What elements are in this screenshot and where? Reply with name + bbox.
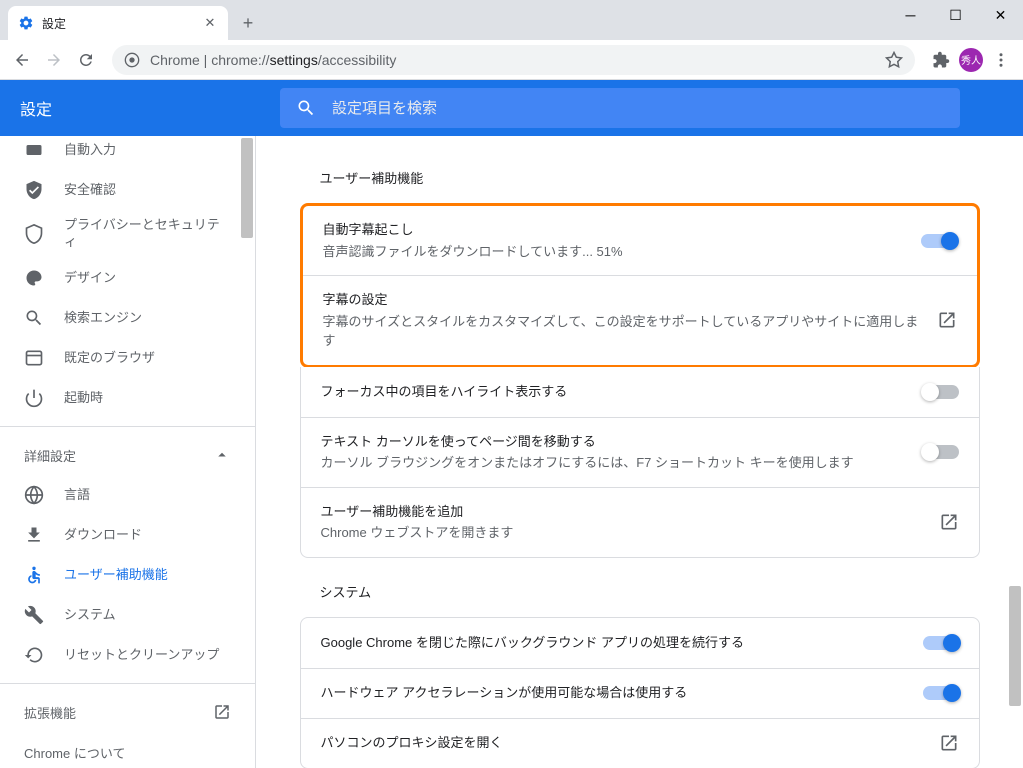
sidebar-scrollbar[interactable] [239, 136, 255, 768]
settings-search[interactable] [280, 88, 960, 128]
toolbar: Chrome | chrome://settings/accessibility… [0, 40, 1023, 80]
close-window-button[interactable]: ✕ [978, 0, 1023, 30]
extensions-icon[interactable] [927, 46, 955, 74]
menu-button[interactable] [987, 46, 1015, 74]
external-link-icon [939, 512, 959, 532]
new-tab-button[interactable]: + [234, 9, 262, 37]
sidebar-advanced-toggle[interactable]: 詳細設定 [0, 435, 255, 475]
external-link-icon [939, 733, 959, 753]
row-background-apps[interactable]: Google Chrome を閉じた際にバックグラウンド アプリの処理を続行する [301, 618, 979, 668]
row-hardware-accel[interactable]: ハードウェア アクセラレーションが使用可能な場合は使用する [301, 668, 979, 718]
sidebar-item-languages[interactable]: 言語 [0, 475, 255, 515]
system-card: Google Chrome を閉じた際にバックグラウンド アプリの処理を続行する… [300, 617, 980, 768]
shield-icon [24, 224, 44, 244]
autofill-icon [24, 140, 44, 160]
toggle-focus-highlight[interactable] [923, 385, 959, 399]
accessibility-card-rest: フォーカス中の項目をハイライト表示する テキスト カーソルを使ってページ間を移動… [300, 367, 980, 558]
section-title-system: システム [300, 570, 980, 617]
profile-avatar[interactable]: 秀人 [959, 48, 983, 72]
bookmark-star-icon[interactable] [885, 51, 903, 69]
settings-header: 設定 [0, 80, 1023, 136]
titlebar: 設定 ✕ + ─ ☐ ✕ [0, 0, 1023, 40]
external-link-icon [213, 703, 231, 721]
toggle-hardware-accel[interactable] [923, 686, 959, 700]
sidebar-item-autofill[interactable]: 自動入力 [0, 136, 255, 170]
page-title: 設定 [20, 96, 280, 120]
wrench-icon [24, 605, 44, 625]
sidebar-item-reset[interactable]: リセットとクリーンアップ [0, 635, 255, 675]
toggle-caret-browsing[interactable] [923, 445, 959, 459]
browser-tab[interactable]: 設定 ✕ [8, 6, 228, 40]
sidebar-item-safety-check[interactable]: 安全確認 [0, 170, 255, 210]
row-add-accessibility[interactable]: ユーザー補助機能を追加 Chrome ウェブストアを開きます [301, 487, 979, 557]
row-live-caption[interactable]: 自動字幕起こし 音声認識ファイルをダウンロードしています... 51% [303, 206, 977, 275]
settings-icon [18, 15, 34, 31]
row-proxy-settings[interactable]: パソコンのプロキシ設定を開く [301, 718, 979, 768]
sidebar-item-on-startup[interactable]: 起動時 [0, 378, 255, 418]
sidebar-item-default-browser[interactable]: 既定のブラウザ [0, 338, 255, 378]
shield-check-icon [24, 180, 44, 200]
forward-button[interactable] [40, 46, 68, 74]
minimize-button[interactable]: ─ [888, 0, 933, 30]
maximize-button[interactable]: ☐ [933, 0, 978, 30]
row-focus-highlight[interactable]: フォーカス中の項目をハイライト表示する [301, 367, 979, 417]
window-controls: ─ ☐ ✕ [888, 0, 1023, 30]
settings-body: 自動入力 安全確認 プライバシーとセキュリティ デザイン 検索エンジン 既定のブ… [0, 136, 1023, 768]
palette-icon [24, 268, 44, 288]
accessibility-card-highlighted: 自動字幕起こし 音声認識ファイルをダウンロードしています... 51% 字幕の設… [300, 203, 980, 368]
download-icon [24, 525, 44, 545]
globe-icon [24, 485, 44, 505]
search-icon [296, 98, 316, 118]
section-title-accessibility: ユーザー補助機能 [300, 156, 980, 203]
row-caret-browsing[interactable]: テキスト カーソルを使ってページ間を移動する カーソル ブラウジングをオンまたは… [301, 417, 979, 487]
browser-icon [24, 348, 44, 368]
restore-icon [24, 645, 44, 665]
url-text: Chrome | chrome://settings/accessibility [150, 52, 396, 68]
search-input[interactable] [332, 100, 944, 117]
sidebar-item-about[interactable]: Chrome について [0, 732, 255, 768]
close-tab-icon[interactable]: ✕ [202, 15, 218, 31]
content-area: ユーザー補助機能 自動字幕起こし 音声認識ファイルをダウンロードしています...… [256, 136, 1023, 768]
reload-button[interactable] [72, 46, 100, 74]
toggle-background-apps[interactable] [923, 636, 959, 650]
search-icon [24, 308, 44, 328]
sidebar-item-system[interactable]: システム [0, 595, 255, 635]
row-caption-settings[interactable]: 字幕の設定 字幕のサイズとスタイルをカスタマイズして、この設定をサポートしている… [303, 275, 977, 365]
sidebar-item-extensions[interactable]: 拡張機能 [0, 692, 255, 732]
tab-title: 設定 [42, 15, 194, 32]
sidebar-item-accessibility[interactable]: ユーザー補助機能 [0, 555, 255, 595]
chrome-icon [124, 52, 140, 68]
power-icon [24, 388, 44, 408]
sidebar: 自動入力 安全確認 プライバシーとセキュリティ デザイン 検索エンジン 既定のブ… [0, 136, 256, 768]
sidebar-item-downloads[interactable]: ダウンロード [0, 515, 255, 555]
sidebar-item-privacy[interactable]: プライバシーとセキュリティ [0, 210, 255, 258]
back-button[interactable] [8, 46, 36, 74]
chevron-up-icon [213, 446, 231, 464]
content-scrollbar[interactable] [1007, 136, 1023, 768]
sidebar-item-appearance[interactable]: デザイン [0, 258, 255, 298]
accessibility-icon [24, 565, 44, 585]
sidebar-item-search-engine[interactable]: 検索エンジン [0, 298, 255, 338]
address-bar[interactable]: Chrome | chrome://settings/accessibility [112, 45, 915, 75]
external-link-icon [937, 310, 957, 330]
toggle-live-caption[interactable] [921, 234, 957, 248]
